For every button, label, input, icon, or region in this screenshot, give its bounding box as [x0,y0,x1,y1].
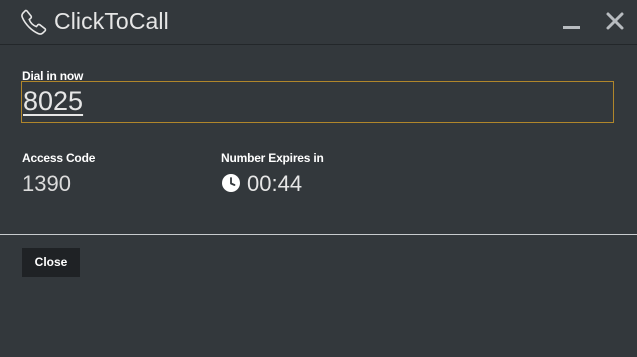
minimize-icon [563,26,580,29]
clock-icon [222,174,240,192]
minimize-button[interactable] [560,12,582,34]
dial-in-field[interactable]: 8025 [21,81,614,123]
click-to-call-window: ClickToCall Dial in now 8025 Access Code… [0,0,637,357]
close-window-button[interactable] [604,10,626,32]
access-code-label: Access Code [22,151,96,165]
access-code-value: 1390 [22,171,71,196]
phone-icon [21,9,47,35]
number-expires-label: Number Expires in [221,151,324,165]
expires-countdown: 00:44 [247,171,303,196]
window-title: ClickToCall [54,8,169,34]
close-button[interactable]: Close [22,248,80,277]
close-icon [606,12,624,30]
title-bar: ClickToCall [0,0,637,45]
dial-in-number-link[interactable]: 8025 [23,86,83,117]
divider [0,234,637,235]
